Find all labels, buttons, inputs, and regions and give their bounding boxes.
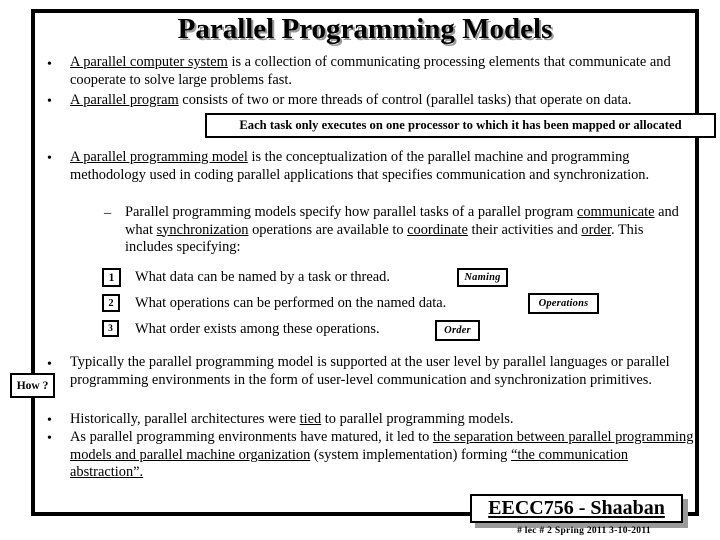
text-run: communicate (576, 204, 655, 220)
tag-box-order: Order (435, 320, 480, 341)
numbered-item-2-text: What operations can be performed on the … (135, 295, 447, 311)
bullet-text-1: A parallel computer system is a collecti… (70, 54, 695, 89)
tag-order-label: Order (444, 325, 471, 336)
how-question-label: How ? (16, 379, 49, 392)
text-run: operations are available to (248, 221, 408, 238)
text-run: coordinate (407, 221, 468, 238)
bullet-text-2: A parallel program consists of two or mo… (70, 92, 695, 110)
tag-box-naming: Naming (457, 268, 508, 287)
footer-course-label: EECC756 - Shaaban (488, 497, 665, 519)
sub-bullet-marker: – (104, 205, 112, 221)
number-box-2-label: 2 (108, 297, 114, 309)
bullet-marker-5: • (47, 357, 52, 372)
bullet-marker-2: • (47, 94, 52, 109)
text-run: synchronization (156, 221, 249, 238)
bullet-marker-6: • (47, 413, 52, 428)
text-run: Historically, parallel architectures wer… (70, 411, 300, 427)
text-run: A parallel programming model (70, 149, 248, 165)
number-box-2: 2 (102, 294, 120, 312)
text-run: As parallel programming environments hav… (70, 429, 433, 445)
number-box-3-label: 3 (108, 323, 113, 334)
tag-box-operations: Operations (528, 293, 599, 314)
numbered-item-3-text: What order exists among these operations… (135, 321, 380, 337)
text-run: to parallel programming models. (321, 411, 514, 427)
text-run: A parallel computer system (70, 54, 228, 70)
text-run: consists of two or more threads of contr… (178, 92, 632, 108)
number-box-3: 3 (102, 320, 119, 337)
tag-operations-label: Operations (538, 298, 589, 309)
footer-course-plate: EECC756 - Shaaban (470, 494, 683, 523)
bullet-text-3: A parallel programming model is the conc… (70, 149, 695, 184)
text-run: (system implementation) forming (310, 446, 511, 463)
number-box-1-label: 1 (108, 271, 115, 284)
text-run: Typically the parallel programming model… (70, 354, 670, 388)
text-run: A parallel program (70, 92, 179, 108)
number-box-1: 1 (102, 268, 121, 287)
callout-box: Each task only executes on one processor… (205, 113, 716, 138)
footer-meta-text: # lec # 2 Spring 2011 3-10-2011 (517, 526, 651, 536)
text-run: their activities and (467, 221, 582, 238)
slide-canvas: Parallel Programming Models • A parallel… (0, 0, 720, 540)
how-question-box: How ? (10, 373, 55, 398)
page-title: Parallel Programming Models (177, 13, 553, 45)
bullet-marker-1: • (47, 57, 52, 72)
bullet-text-5: Typically the parallel programming model… (70, 354, 695, 389)
bullet-marker-7: • (47, 431, 52, 446)
bullet-text-6: Historically, parallel architectures wer… (70, 411, 695, 429)
numbered-item-1-text: What data can be named by a task or thre… (135, 269, 390, 285)
tag-naming-label: Naming (464, 272, 501, 283)
callout-text: Each task only executes on one processor… (239, 118, 682, 132)
bullet-marker-3: • (47, 151, 52, 166)
sub-bullet-text: Parallel programming models specify how … (125, 204, 690, 257)
text-run: tied (299, 411, 322, 427)
text-run: order (581, 221, 611, 238)
text-run: Parallel programming models specify how … (125, 204, 577, 220)
bullet-text-7: As parallel programming environments hav… (70, 429, 695, 482)
